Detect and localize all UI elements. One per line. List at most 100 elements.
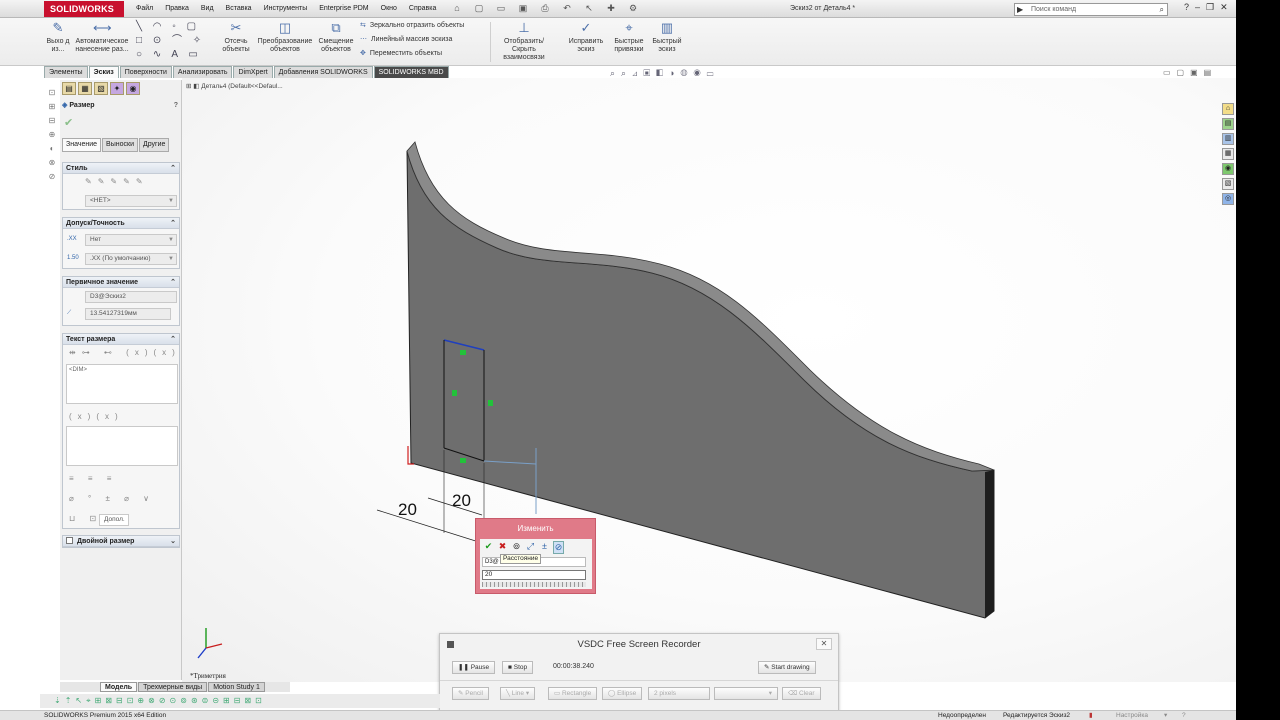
minimize-icon[interactable]: – [1195,2,1200,13]
tab-other[interactable]: Другие [138,138,170,152]
dimension-20-upper[interactable]: 20 [452,491,471,510]
feature-manager-icon[interactable]: ▤ [62,82,76,95]
tolerance-header[interactable]: Допуск/Точность ⌃ [63,218,179,229]
symbol-buttons[interactable]: ⌀ ° ± ⌀ ∨ [69,494,155,503]
menu-view[interactable]: Вид [195,0,220,18]
ellipse-button[interactable]: ◯ Ellipse [602,687,643,700]
style-dropdown[interactable]: <НЕТ> ▼ [85,195,177,207]
menu-insert[interactable]: Вставка [220,0,258,18]
move-entities-button[interactable]: ✥ Переместить объекты [360,48,442,60]
rebuild-indicator-icon[interactable]: ▮ [1089,711,1093,720]
view-palette-icon[interactable]: ◉ [1222,163,1234,175]
tab-mbd[interactable]: SOLIDWORKS MBD [373,66,449,78]
pause-button[interactable]: ❚❚ Pause [452,661,496,674]
ok-check-icon[interactable]: ✔ [64,116,73,129]
home-icon[interactable]: ⌂ [1222,103,1234,115]
quick-snaps-button[interactable]: ⌖ Быстрые привязки [610,20,648,54]
precision-dropdown[interactable]: .XX (По умолчанию) ▼ [85,253,177,265]
close-icon[interactable]: ✕ [1220,2,1228,13]
collapse-icon[interactable]: ⌃ [170,277,176,288]
search-icon[interactable]: ⌕ [1160,4,1164,15]
new-doc-icon[interactable]: ▢ [472,2,486,15]
tab-leaders[interactable]: Выноски [102,138,138,152]
mark-dimension-icon[interactable]: ⊘ [553,541,564,554]
ok-icon[interactable]: ✔ [483,541,494,554]
rebuild-icon[interactable]: ⊚ [511,541,522,554]
menu-file[interactable]: Файл [130,0,159,18]
tab-model[interactable]: Модель [100,682,138,692]
tab-value[interactable]: Значение [62,138,102,152]
menu-pdm[interactable]: Enterprise PDM [313,0,374,18]
spin-increment-icon[interactable]: ± [539,541,550,554]
tab-surfaces[interactable]: Поверхности [119,66,172,78]
stop-button[interactable]: ■ Stop [502,661,534,674]
rapid-sketch-button[interactable]: ▥ Быстрый эскиз [650,20,684,54]
configuration-icon[interactable]: ▧ [94,82,108,95]
viewport-window-controls[interactable]: ▭▢▣▤ [1163,68,1217,77]
cancel-icon[interactable]: ✖ [497,541,508,554]
help-icon[interactable]: ? [1184,2,1189,13]
tab-motion-study[interactable]: Motion Study 1 [208,682,265,692]
heads-up-view-toolbar[interactable]: ⌕⌕⊿▣◧◑◍◉▭ [610,68,720,79]
dimension-text-area[interactable]: <DIM> [66,364,178,404]
color-dropdown[interactable]: ▾ [714,687,778,700]
dimension-name-field[interactable]: D3@Эскиз2 [85,291,177,303]
tolerance-type-dropdown[interactable]: Нет ▼ [85,234,177,246]
rebuild-icon[interactable]: ✚ [604,2,618,15]
settings-text[interactable]: Настройка [1116,711,1148,720]
exit-sketch-button[interactable]: ✎ Выхо д из... [46,20,70,54]
search-commands-input[interactable]: ▶ Поиск команд ⌕ [1014,3,1168,16]
tab-sketch[interactable]: Эскиз [88,66,119,78]
design-library-icon[interactable]: ▥ [1222,133,1234,145]
tab-features[interactable]: Элементы [44,66,88,78]
menu-window[interactable]: Окно [375,0,403,18]
restore-icon[interactable]: ❐ [1206,2,1214,13]
select-icon[interactable]: ↖ [582,2,596,15]
resources-icon[interactable]: ▤ [1222,118,1234,130]
tab-3d-views[interactable]: Трехмерные виды [138,682,208,692]
close-button[interactable]: ✕ [816,638,832,650]
style-header[interactable]: Стиль ⌃ [63,163,179,174]
text-position-buttons[interactable]: ⇹⊶ ⊷ (x)(x) [69,348,181,357]
dimxpert-icon[interactable]: ⊕ [46,130,58,140]
menu-edit[interactable]: Правка [159,0,195,18]
property-manager-icon[interactable]: ▦ [78,82,92,95]
thumbwheel-slider[interactable] [482,582,586,587]
extra-icon[interactable]: ⊘ [46,172,58,182]
dimension-text-header[interactable]: Текст размера ⌃ [63,334,179,345]
justify-buttons[interactable]: ≡ ≡ ≡ [69,474,117,483]
bottom-sketch-toolbar[interactable]: ⇣⇡↖⌖⊞⊠⊟⊡⊕⊗⊘⊙⊚⊛⊜⊝⊞⊟⊠⊡ [40,694,440,708]
sketch-tools-grid[interactable]: ╲ ◠ ◦ ▢ □ ⊙ ⌒ ✧ ○ ∿ A ▭ [136,20,218,64]
config-icon[interactable]: ⊟ [46,116,58,126]
collapse-icon[interactable]: ⌃ [170,163,176,174]
menu-tools[interactable]: Инструменты [258,0,314,18]
tab-addins[interactable]: Добавления SOLIDWORKS [273,66,373,78]
help-icon[interactable]: ? [1182,711,1186,720]
line-button[interactable]: ╲ Line ▾ [500,687,536,700]
trim-button[interactable]: ✂ Отсечь объекты [220,20,252,54]
solidworks-logo[interactable]: SOLIDWORKS [44,1,124,17]
units-indicator-icon[interactable]: ▾ [1164,711,1167,720]
relations-button[interactable]: ⊥ Отобразить/Скрыть взаимосвязи [494,20,554,62]
options-icon[interactable]: ⚙ [626,2,640,15]
undo-icon[interactable]: ↶ [560,2,574,15]
collapse-icon[interactable]: ⌃ [170,218,176,229]
repair-sketch-button[interactable]: ✓ Исправить эскиз [566,20,606,54]
insert-buttons[interactable]: (x)(x) [69,412,124,421]
tab-evaluate[interactable]: Анализировать [172,66,233,78]
print-icon[interactable]: ⎙ [538,2,552,15]
clear-button[interactable]: ⌫ Clear [782,687,821,700]
mbd-icon[interactable]: ⊗ [46,158,58,168]
more-button[interactable]: Допол. [99,514,129,526]
property-icon[interactable]: ⊞ [46,102,58,112]
primary-value-header[interactable]: Первичное значение ⌃ [63,277,179,288]
dimxpert-manager-icon[interactable]: ✦ [110,82,124,95]
menu-help[interactable]: Справка [403,0,442,18]
appearances-icon[interactable]: ▧ [1222,178,1234,190]
save-icon[interactable]: ▣ [516,2,530,15]
relation-marker[interactable] [488,400,493,406]
dual-dimension-checkbox[interactable] [66,537,73,544]
dimension-line-1[interactable] [376,509,483,544]
line-width-dropdown[interactable]: 2 pixels [648,687,710,700]
offset-button[interactable]: ⧉ Смещение объектов [318,20,354,54]
